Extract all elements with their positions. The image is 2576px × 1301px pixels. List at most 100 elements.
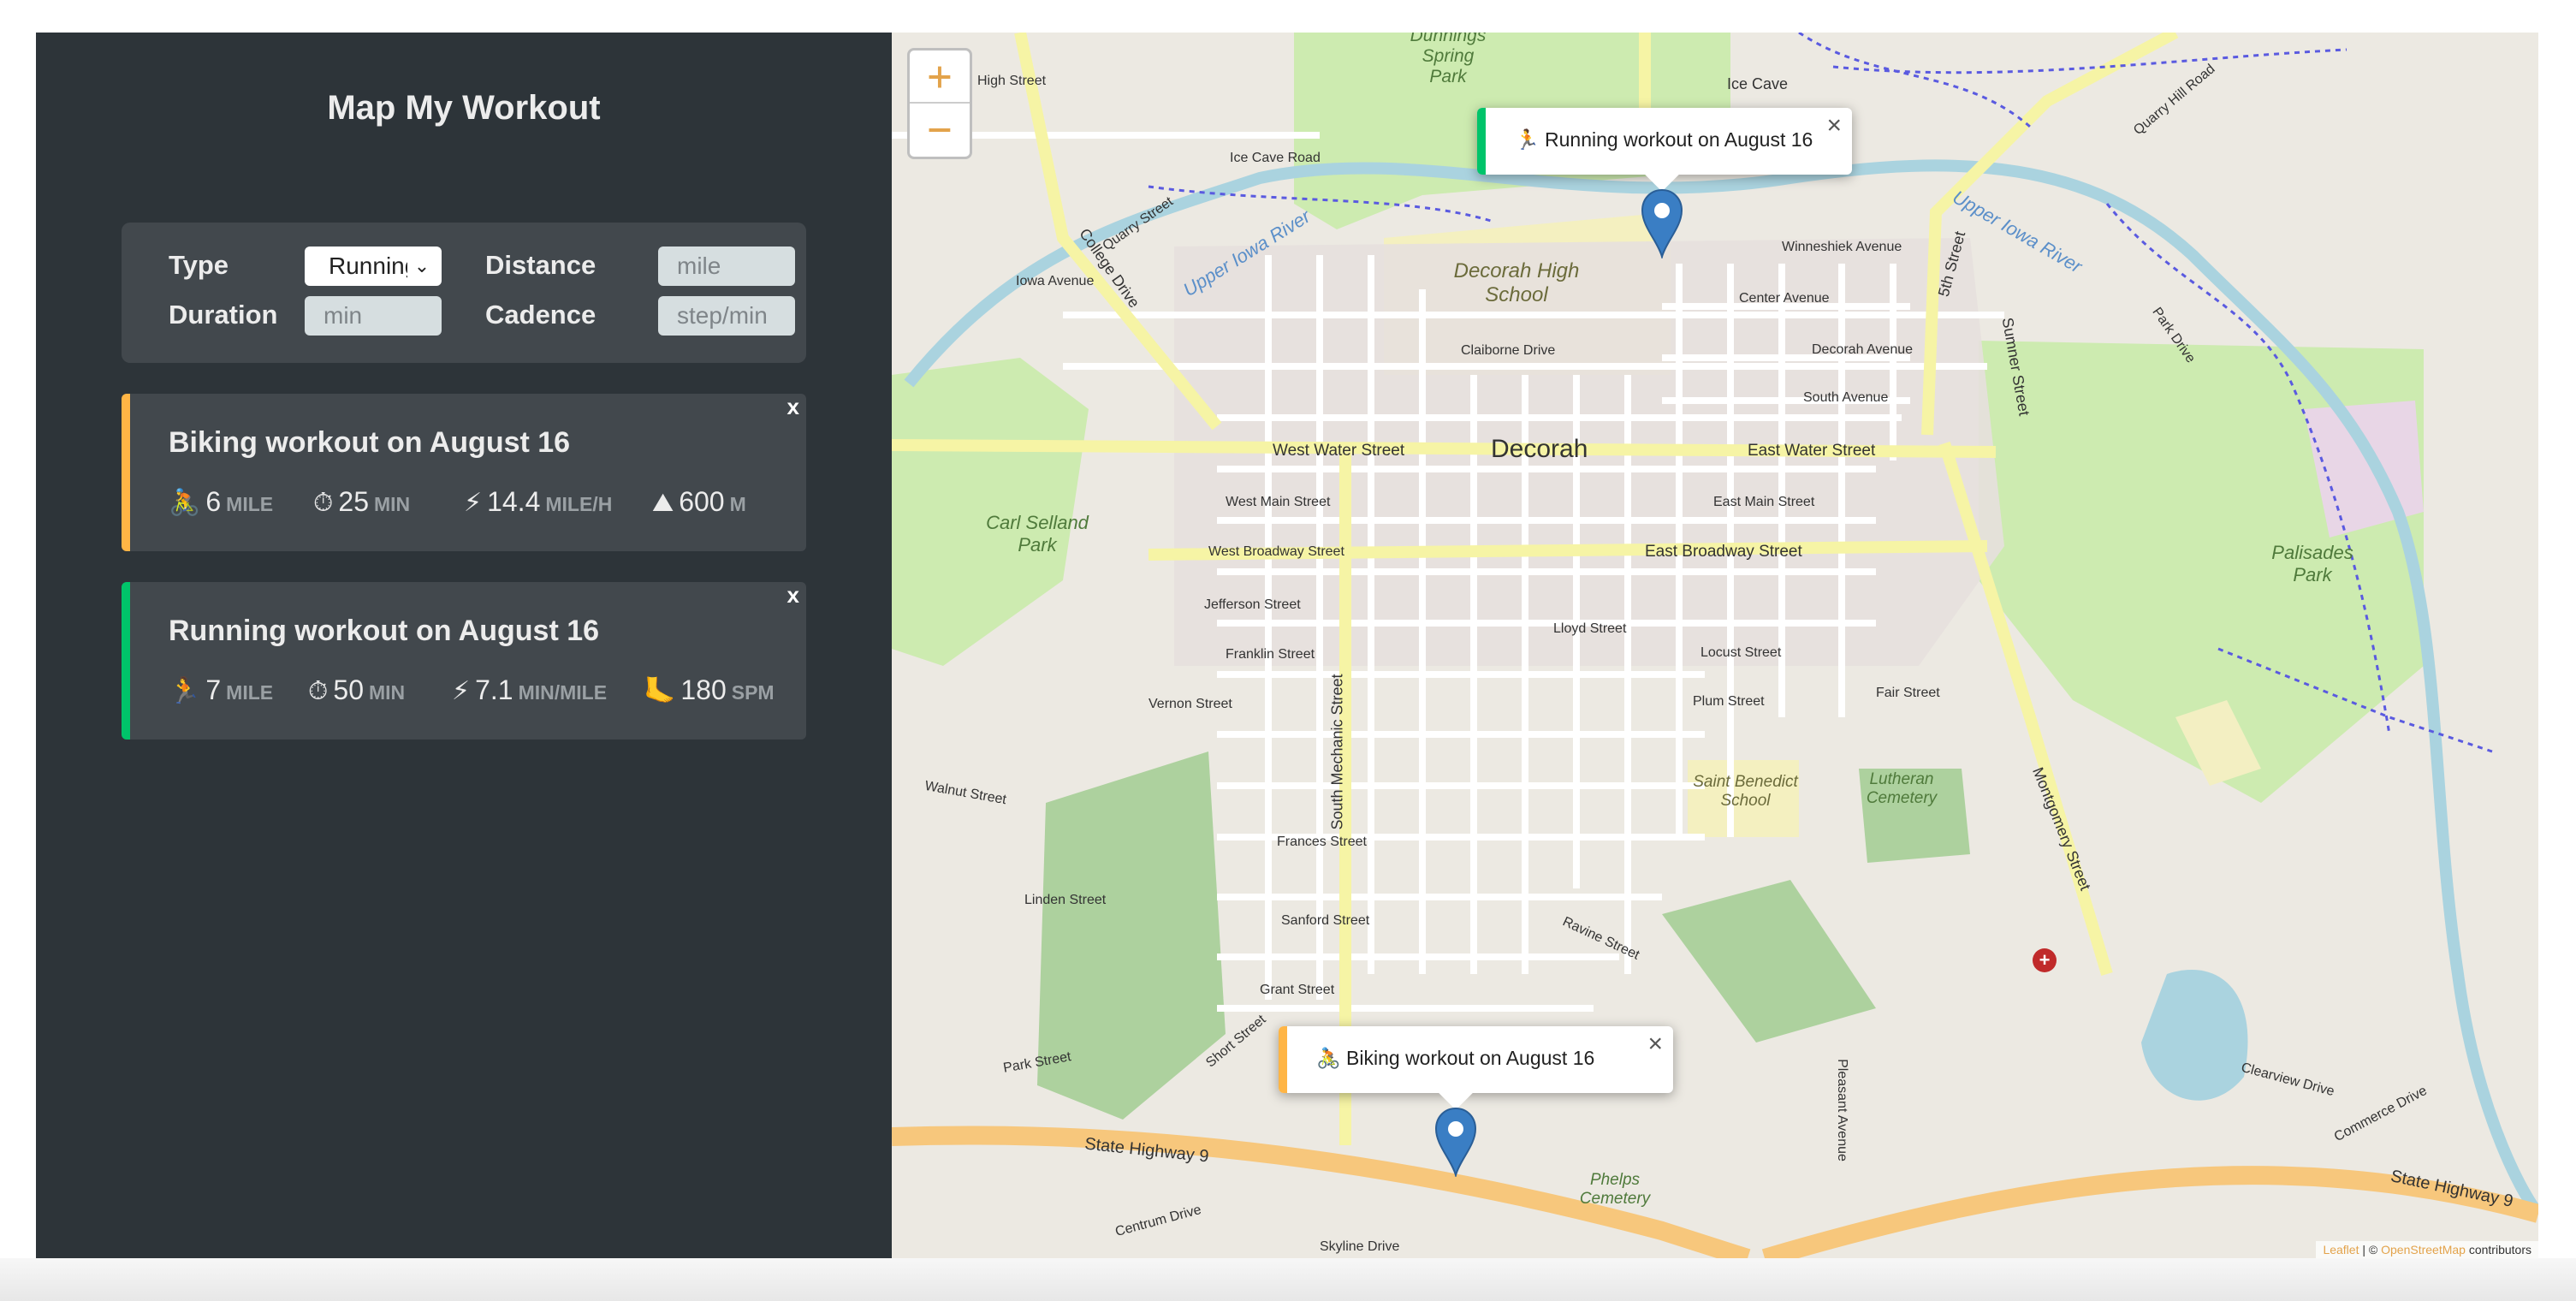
map-label-franklin-street: Franklin Street bbox=[1226, 647, 1315, 662]
map-label-lloyd-street: Lloyd Street bbox=[1553, 621, 1627, 636]
popup-close-button[interactable]: × bbox=[1826, 111, 1842, 140]
map-label-frances-street: Frances Street bbox=[1277, 835, 1367, 849]
footprint-icon: 🦶 bbox=[644, 677, 676, 705]
app-title: Map My Workout bbox=[327, 89, 601, 127]
map-label-east-water-street: East Water Street bbox=[1748, 442, 1876, 460]
map-label-ice-cave-road: Ice Cave Road bbox=[1230, 151, 1321, 165]
map-label-ice-cave: Ice Cave bbox=[1727, 75, 1789, 92]
zoom-in-button[interactable]: + bbox=[910, 50, 970, 104]
map-label-linden-street: Linden Street bbox=[1024, 893, 1107, 907]
type-label: Type bbox=[169, 250, 229, 280]
type-select[interactable]: Running ⌄ bbox=[305, 247, 442, 286]
app-window: Map My Workout Type Running ⌄ Distance m… bbox=[36, 33, 2538, 1258]
map-label-locust-street: Locust Street bbox=[1701, 645, 1782, 660]
stat-unit: MIN bbox=[374, 493, 411, 515]
duration-input[interactable]: min bbox=[305, 296, 442, 336]
cadence-input[interactable]: step/min bbox=[658, 296, 795, 336]
chevron-down-icon: ⌄ bbox=[407, 247, 436, 286]
popup-close-button[interactable]: × bbox=[1647, 1030, 1663, 1059]
map-label-east-broadway-street: East Broadway Street bbox=[1645, 543, 1802, 561]
map-label-south-avenue: South Avenue bbox=[1803, 390, 1889, 405]
mountain-icon: ⛰ bbox=[652, 489, 674, 517]
map-label-lutheran-cemetery: Lutheran Cemetery bbox=[1866, 770, 1938, 807]
type-select-value: Running bbox=[329, 252, 418, 279]
stat-value: 7 bbox=[205, 674, 222, 705]
lightning-icon: ⚡ bbox=[452, 677, 471, 705]
map-label-decorah-avenue: Decorah Avenue bbox=[1812, 342, 1914, 357]
delete-workout-button[interactable]: x bbox=[787, 582, 799, 609]
map-label-claiborne-drive: Claiborne Drive bbox=[1461, 343, 1556, 358]
attribution-separator: | © bbox=[2359, 1243, 2382, 1256]
map-label-jefferson-street: Jefferson Street bbox=[1204, 597, 1301, 612]
map-label-pleasant-avenue: Pleasant Avenue bbox=[1834, 1059, 1849, 1161]
openstreetmap-link[interactable]: OpenStreetMap bbox=[2381, 1243, 2466, 1256]
map-label-vernon-street: Vernon Street bbox=[1149, 697, 1232, 711]
runner-icon: 🏃 bbox=[1515, 128, 1540, 151]
stat-unit: SPM bbox=[731, 681, 775, 704]
window-shadow bbox=[0, 1258, 2576, 1301]
stat-value: 25 bbox=[338, 486, 369, 517]
map-canvas[interactable]: Decorah Decorah High School West Water S… bbox=[892, 33, 2538, 1258]
zoom-out-button[interactable]: − bbox=[910, 104, 970, 155]
sidebar: Map My Workout Type Running ⌄ Distance m… bbox=[36, 33, 892, 1258]
stat-unit: MILE/H bbox=[545, 493, 613, 515]
map-label-west-main-street: West Main Street bbox=[1226, 495, 1331, 509]
stat-value: 7.1 bbox=[475, 674, 513, 705]
map-label-phelps-cemetery: Phelps Cemetery bbox=[1579, 1171, 1651, 1208]
popup-label: Running workout on August 16 bbox=[1545, 128, 1813, 151]
workout-title: Biking workout on August 16 bbox=[169, 426, 571, 459]
distance-input[interactable]: mile bbox=[658, 247, 795, 286]
workout-color-stripe bbox=[122, 394, 130, 551]
map-label-fair-street: Fair Street bbox=[1876, 686, 1940, 700]
popup-text: 🏃 Running workout on August 16 bbox=[1515, 128, 1813, 151]
stat-value: 180 bbox=[680, 674, 727, 705]
map-label-decorah: Decorah bbox=[1491, 435, 1588, 463]
map-label-winneshiek-avenue: Winneshiek Avenue bbox=[1782, 240, 1902, 254]
stat-elevation: ⛰ 600 M bbox=[652, 486, 746, 518]
park-area bbox=[1662, 880, 1876, 1043]
lightning-icon: ⚡ bbox=[464, 489, 483, 517]
map-label-carl-selland-park: Carl Selland Park bbox=[986, 512, 1089, 555]
map-label-saint-benedict-school: Saint Benedict School bbox=[1693, 773, 1798, 810]
map-label-west-broadway-street: West Broadway Street bbox=[1208, 544, 1344, 559]
runner-icon: 🏃 bbox=[169, 677, 201, 705]
stat-value: 50 bbox=[333, 674, 364, 705]
map-label-plum-street: Plum Street bbox=[1693, 694, 1765, 709]
map-marker-running[interactable] bbox=[1641, 188, 1683, 258]
popup-cycling[interactable]: 🚴 Biking workout on August 16 × bbox=[1279, 1026, 1673, 1093]
popup-color-stripe bbox=[1477, 108, 1486, 175]
stat-distance: 🚴 6 MILE bbox=[169, 486, 273, 518]
map-label-palisades-park: Palisades Park bbox=[2271, 542, 2353, 585]
stat-unit: MIN/MILE bbox=[518, 681, 608, 704]
workout-title: Running workout on August 16 bbox=[169, 615, 600, 647]
stat-cadence: 🦶 180 SPM bbox=[644, 674, 775, 706]
duration-label: Duration bbox=[169, 300, 278, 330]
map-label-east-main-street: East Main Street bbox=[1713, 495, 1815, 509]
biker-icon: 🚴 bbox=[169, 489, 201, 517]
biker-icon: 🚴 bbox=[1316, 1047, 1341, 1069]
stat-pace: ⚡ 7.1 MIN/MILE bbox=[452, 674, 607, 706]
stat-unit: MIN bbox=[369, 681, 406, 704]
workout-form: Type Running ⌄ Distance mile Duration mi… bbox=[122, 223, 806, 363]
stat-speed: ⚡ 14.4 MILE/H bbox=[464, 486, 612, 518]
delete-workout-button[interactable]: x bbox=[787, 394, 799, 420]
map-attribution: Leaflet | © OpenStreetMap contributors bbox=[2316, 1241, 2538, 1258]
stopwatch-icon: ⏱ bbox=[313, 489, 334, 517]
stat-unit: M bbox=[729, 493, 746, 515]
map-label-high-street: High Street bbox=[977, 74, 1047, 88]
stat-value: 600 bbox=[679, 486, 725, 517]
stopwatch-icon: ⏱ bbox=[308, 677, 329, 705]
stat-distance: 🏃 7 MILE bbox=[169, 674, 273, 706]
distance-label: Distance bbox=[485, 250, 597, 280]
popup-text: 🚴 Biking workout on August 16 bbox=[1316, 1047, 1594, 1070]
map-marker-cycling[interactable] bbox=[1434, 1107, 1477, 1177]
stat-unit: MILE bbox=[226, 681, 274, 704]
workout-color-stripe bbox=[122, 582, 130, 740]
popup-label: Biking workout on August 16 bbox=[1346, 1047, 1595, 1069]
workout-cycling[interactable]: Biking workout on August 16 x 🚴 6 MILE ⏱ 25… bbox=[122, 394, 806, 551]
stat-value: 14.4 bbox=[487, 486, 541, 517]
workout-running[interactable]: Running workout on August 16 x 🏃 7 MILE ⏱ 5… bbox=[122, 582, 806, 740]
map-label-dunnings-spring-park: Dunnings Spring Park bbox=[1410, 33, 1487, 86]
map-label-west-water-street: West Water Street bbox=[1273, 442, 1405, 460]
leaflet-link[interactable]: Leaflet bbox=[2323, 1243, 2359, 1256]
